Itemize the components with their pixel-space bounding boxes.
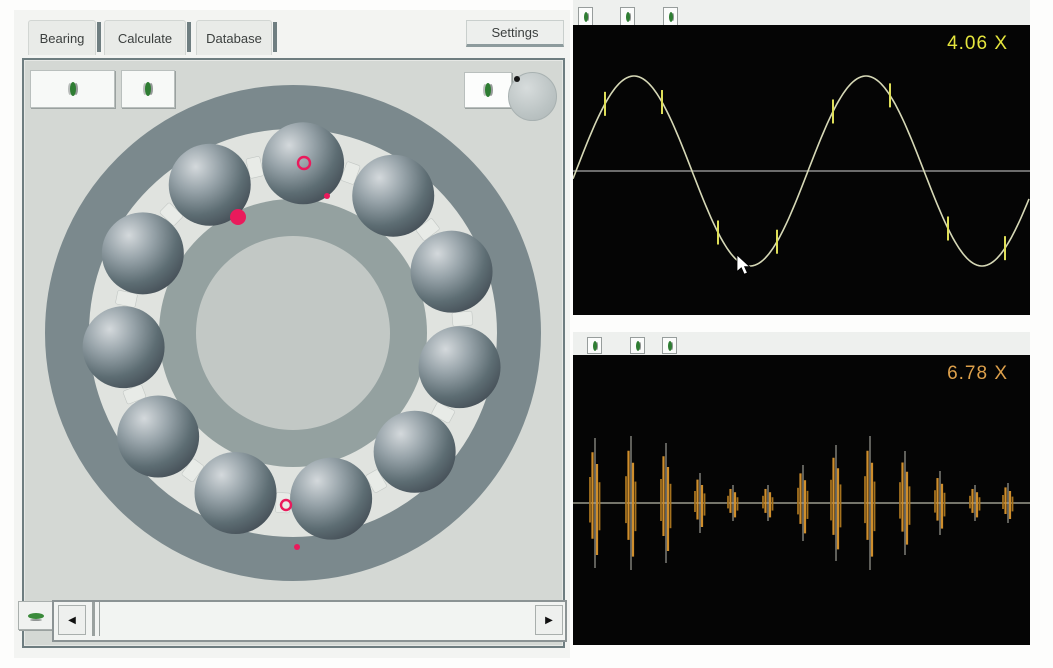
tab-bearing[interactable]: Bearing: [28, 20, 96, 55]
bearing-ball: [290, 458, 372, 540]
tab-database[interactable]: Database: [196, 20, 272, 55]
bearing-panel: [22, 58, 565, 648]
green-marker-horizontal-icon: [28, 613, 44, 619]
scope-bottom-marker-button-3[interactable]: [662, 337, 677, 354]
scope-bottom-marker-button-2[interactable]: [630, 337, 645, 354]
settings-button[interactable]: Settings: [466, 20, 564, 47]
impulse-burst: [900, 451, 910, 555]
scope-top-marker-button-3[interactable]: [663, 7, 678, 26]
bearing-ball: [352, 155, 434, 237]
app-window: Bearing Calculate Database Settings ◀ ▶: [0, 0, 1053, 668]
fault-marker-dot: [294, 544, 300, 550]
tab-bearing-label: Bearing: [40, 31, 85, 46]
bearing-ball: [102, 212, 184, 294]
bearing-ball: [262, 122, 344, 204]
scope-top-waveform: [573, 25, 1030, 315]
scope-top-toolbar: [573, 0, 1030, 25]
impulse-burst: [798, 465, 808, 541]
bottom-marker-button[interactable]: [18, 601, 53, 630]
knob-indicator-dot: [514, 76, 520, 82]
scrollbar-divider: [92, 602, 95, 636]
impulse-burst: [763, 485, 773, 521]
impulse-burst: [865, 436, 875, 570]
bearing-ball: [374, 411, 456, 493]
impulse-burst: [1003, 483, 1013, 523]
green-marker-icon: [636, 341, 640, 351]
green-marker-icon: [145, 82, 151, 96]
scope-bottom: 6.78 X: [573, 355, 1030, 645]
scope-top-marker-button-1[interactable]: [578, 7, 593, 26]
bearing-ball: [419, 326, 501, 408]
cage-link: [452, 311, 473, 327]
green-marker-icon: [626, 12, 630, 22]
fault-marker-dot: [324, 193, 330, 199]
fault-marker-dot: [230, 209, 246, 225]
impulse-burst: [935, 471, 945, 535]
shaft-hub: [196, 236, 390, 430]
impulse-burst: [695, 473, 705, 533]
scrollbar-left-arrow[interactable]: ◀: [58, 605, 86, 635]
bearing-ball: [117, 396, 199, 478]
bearing-visualization: [24, 60, 563, 646]
scope-top: 4.06 X: [573, 25, 1030, 315]
impulse-burst: [590, 438, 600, 568]
scope-bottom-toolbar: [573, 332, 1030, 355]
bearing-ball: [411, 231, 493, 313]
scope-bottom-zoom-label: 6.78 X: [947, 363, 1008, 385]
mouse-cursor-icon: [737, 255, 750, 274]
green-marker-icon: [669, 12, 673, 22]
marker-control-button-1[interactable]: [30, 70, 115, 108]
tab-calculate-label: Calculate: [118, 31, 172, 46]
tab-separator: [97, 22, 101, 52]
impulse-burst: [831, 445, 841, 561]
tab-separator: [187, 22, 191, 52]
green-marker-icon: [485, 83, 491, 97]
marker-control-button-2[interactable]: [121, 70, 175, 108]
tab-database-label: Database: [206, 31, 262, 46]
horizontal-scrollbar[interactable]: ◀ ▶: [52, 600, 567, 642]
scope-top-marker-button-2[interactable]: [620, 7, 635, 26]
settings-button-label: Settings: [492, 25, 539, 40]
impulse-burst: [661, 443, 671, 563]
scope-bottom-waveform: [573, 355, 1030, 645]
green-marker-icon: [668, 341, 672, 351]
green-marker-icon: [70, 82, 76, 96]
green-marker-icon: [584, 12, 588, 22]
impulse-burst: [626, 436, 636, 570]
impulse-burst: [728, 485, 738, 521]
scope-bottom-marker-button-1[interactable]: [587, 337, 602, 354]
scrollbar-right-arrow[interactable]: ▶: [535, 605, 563, 635]
scope-top-zoom-label: 4.06 X: [947, 33, 1008, 55]
bearing-ball: [195, 452, 277, 534]
bearing-ball: [83, 306, 165, 388]
scrollbar-divider: [99, 602, 100, 636]
marker-control-button-3[interactable]: [464, 72, 512, 108]
green-marker-icon: [593, 341, 597, 351]
tab-separator: [273, 22, 277, 52]
tab-calculate[interactable]: Calculate: [104, 20, 186, 55]
impulse-burst: [970, 485, 980, 521]
